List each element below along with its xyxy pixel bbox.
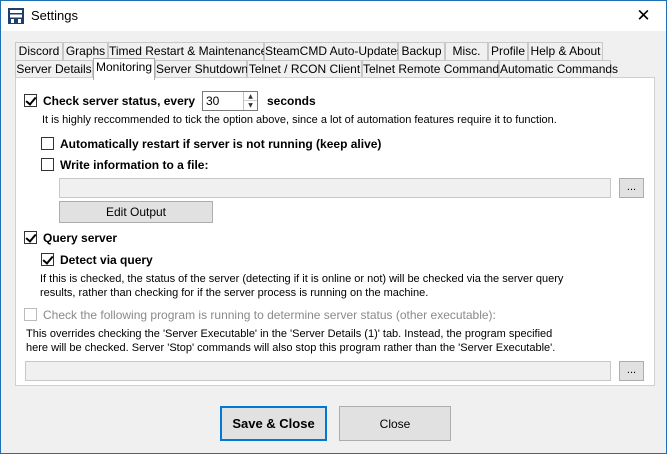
check-status-hint: It is highly reccommended to tick the op… (42, 114, 557, 126)
monitoring-panel: Check server status, every 30 ▲ ▼ second… (15, 77, 655, 386)
server-rack-icon (8, 8, 24, 24)
tab-help-about[interactable]: Help & About (528, 42, 603, 60)
query-server-checkbox[interactable] (24, 231, 37, 244)
close-button[interactable]: Close (339, 406, 451, 441)
interval-unit: seconds (267, 94, 316, 108)
tab-server-details[interactable]: Server Details (15, 60, 93, 78)
tab-telnet-rcon[interactable]: Telnet / RCON Client (247, 60, 362, 78)
stepper-buttons: ▲ ▼ (243, 92, 257, 110)
auto-restart-label: Automatically restart if server is not r… (60, 137, 382, 151)
other-program-label: Check the following program is running t… (43, 308, 496, 322)
chevron-up-icon[interactable]: ▲ (244, 92, 257, 101)
window-title: Settings (31, 8, 78, 23)
tab-profile[interactable]: Profile (488, 42, 528, 60)
title-bar[interactable]: Settings ✕ (1, 1, 666, 31)
other-program-hint-1: This overrides checking the 'Server Exec… (26, 328, 553, 340)
output-file-input[interactable] (59, 178, 611, 198)
detect-via-query-hint-2: results, rather than checking for if the… (40, 287, 429, 299)
other-program-browse-button[interactable]: ... (619, 361, 644, 381)
tab-automatic-commands[interactable]: Automatic Commands (499, 60, 618, 78)
tab-steamcmd[interactable]: SteamCMD Auto-Updates (264, 42, 403, 60)
tab-discord[interactable]: Discord (15, 42, 63, 60)
tab-server-shutdown[interactable]: Server Shutdown (155, 60, 248, 78)
write-info-label: Write information to a file: (60, 158, 209, 172)
interval-stepper[interactable]: 30 ▲ ▼ (202, 91, 258, 111)
chevron-down-icon[interactable]: ▼ (244, 101, 257, 110)
detect-via-query-label: Detect via query (60, 253, 153, 267)
auto-restart-checkbox[interactable] (41, 137, 54, 150)
check-status-checkbox[interactable] (24, 94, 37, 107)
check-status-label: Check server status, every (43, 94, 196, 108)
write-info-checkbox[interactable] (41, 158, 54, 171)
settings-window: Settings ✕ Discord Graphs Timed Restart … (0, 0, 667, 454)
query-server-label: Query server (43, 231, 118, 245)
tab-monitoring[interactable]: Monitoring (93, 58, 155, 80)
tab-telnet-remote-commands[interactable]: Telnet Remote Commands (362, 60, 505, 78)
close-icon[interactable]: ✕ (621, 1, 666, 30)
save-close-button[interactable]: Save & Close (220, 406, 327, 441)
output-browse-button[interactable]: ... (619, 178, 644, 198)
interval-value: 30 (206, 94, 220, 108)
tab-misc[interactable]: Misc. (445, 42, 488, 60)
edit-output-button[interactable]: Edit Output (59, 201, 213, 223)
other-program-path-input[interactable] (25, 361, 611, 381)
detect-via-query-checkbox[interactable] (41, 253, 54, 266)
other-program-checkbox[interactable] (24, 308, 37, 321)
tab-backup[interactable]: Backup (398, 42, 445, 60)
other-program-hint-2: here will be checked. Server 'Stop' comm… (26, 342, 556, 354)
detect-via-query-hint-1: If this is checked, the status of the se… (40, 273, 564, 285)
